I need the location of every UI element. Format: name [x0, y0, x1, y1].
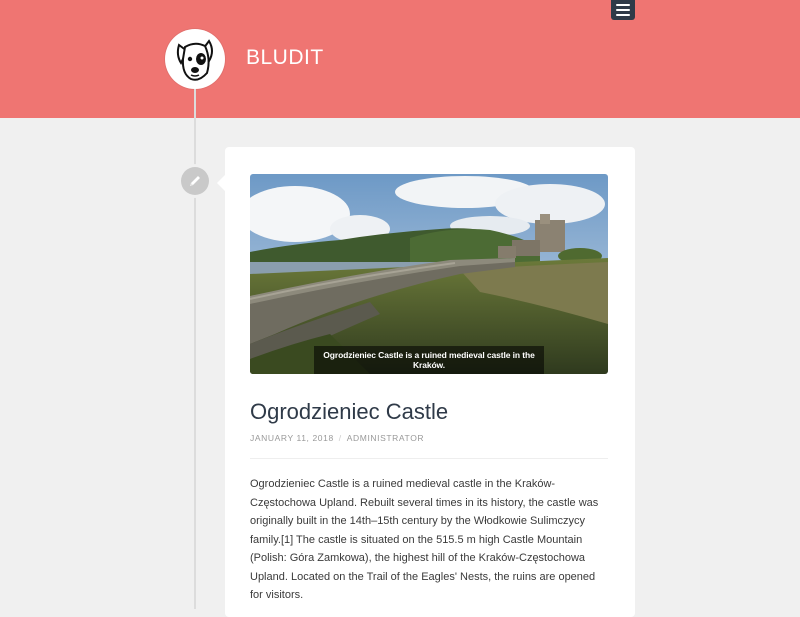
dog-logo-icon[interactable]	[165, 29, 225, 89]
post-title[interactable]: Ogrodzieniec Castle	[250, 399, 448, 425]
divider	[250, 458, 608, 459]
post-meta: JANUARY 11, 2018 / ADMINISTRATOR	[250, 433, 424, 443]
cover-image[interactable]: Ogrodzieniec Castle is a ruined medieval…	[250, 174, 608, 374]
site-header: BLUDIT	[0, 0, 800, 118]
site-title[interactable]: BLUDIT	[246, 46, 324, 70]
post-card: Ogrodzieniec Castle is a ruined medieval…	[217, 147, 635, 617]
pencil-icon	[181, 167, 209, 195]
post-date: JANUARY 11, 2018	[250, 433, 334, 443]
post-author[interactable]: ADMINISTRATOR	[347, 433, 424, 443]
meta-separator: /	[338, 433, 342, 443]
post-content: Ogrodzieniec Castle is a ruined medieval…	[250, 478, 599, 601]
image-caption: Ogrodzieniec Castle is a ruined medieval…	[314, 346, 544, 374]
hamburger-menu-icon[interactable]	[611, 0, 635, 20]
